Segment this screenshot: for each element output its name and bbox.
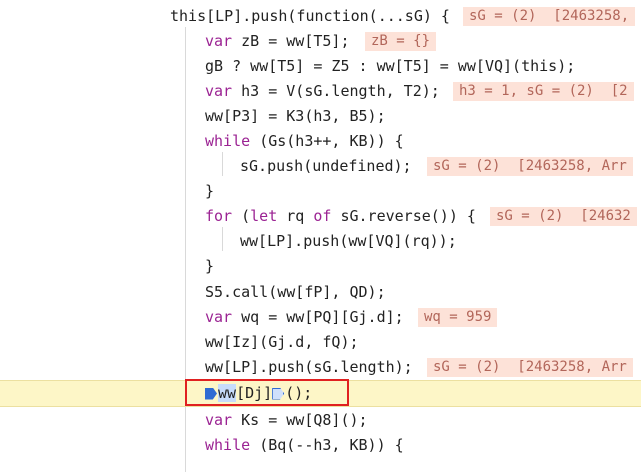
- code-line-18[interactable]: while (Bq(--h3, KB)) {: [0, 433, 641, 458]
- code-line-7[interactable]: sG.push(undefined); sG = (2) [2463258, A…: [0, 154, 641, 179]
- code-text: var zB = ww[T5];: [205, 29, 350, 54]
- code-rest: h3 = V(sG.length, T2);: [241, 82, 440, 100]
- code-line-4[interactable]: var h3 = V(sG.length, T2); h3 = 1, sG = …: [0, 79, 641, 104]
- code-line-17[interactable]: var Ks = ww[Q8]();: [0, 408, 641, 433]
- inline-value-badge: zB = {}: [365, 32, 437, 51]
- code-line-8[interactable]: }: [0, 179, 641, 204]
- code-rest-1: (: [241, 207, 251, 225]
- code-rest: zB = ww[T5];: [241, 32, 350, 50]
- code-line-13[interactable]: var wq = ww[PQ][Gj.d]; wq = 959: [0, 305, 641, 330]
- inline-value-badge: wq = 959: [418, 308, 498, 327]
- code-text: S5.call(ww[fP], QD);: [205, 283, 386, 301]
- keyword-var: var: [205, 82, 233, 100]
- code-line-5[interactable]: ww[P3] = K3(h3, B5);: [0, 104, 641, 129]
- code-text: while (Gs(h3++, KB)) {: [205, 129, 404, 154]
- code-line-9[interactable]: for (let rq of sG.reverse()) { sG = (2) …: [0, 204, 641, 229]
- keyword-of: of: [313, 207, 332, 225]
- code-text: }: [205, 257, 215, 275]
- code-rest: Ks = ww[Q8]();: [241, 411, 368, 429]
- code-text: gB ? ww[T5] = Z5 : ww[T5] = ww[VQ](this)…: [205, 57, 576, 75]
- code-rest: (Bq(--h3, KB)) {: [259, 436, 404, 454]
- code-line-1[interactable]: this[LP].push(function(...sG) { sG = (2)…: [0, 4, 641, 29]
- code-line-2[interactable]: var zB = ww[T5]; zB = {}: [0, 29, 641, 54]
- code-line-6[interactable]: while (Gs(h3++, KB)) {: [0, 129, 641, 154]
- keyword-while: while: [205, 436, 251, 454]
- code-line-10[interactable]: ww[LP].push(ww[VQ](rq));: [0, 229, 641, 254]
- code-line-12[interactable]: S5.call(ww[fP], QD);: [0, 280, 641, 305]
- code-text: this[LP].push(function(...sG) {: [170, 7, 450, 25]
- inline-value-badge: sG = (2) [2463258, Arr: [427, 358, 633, 377]
- inline-value-badge: h3 = 1, sG = (2) [2: [453, 82, 634, 101]
- keyword-var: var: [205, 308, 233, 326]
- code-line-3[interactable]: gB ? ww[T5] = Z5 : ww[T5] = ww[VQ](this)…: [0, 54, 641, 79]
- code-line-11[interactable]: }: [0, 254, 641, 279]
- code-text: var wq = ww[PQ][Gj.d];: [205, 305, 404, 330]
- code-text: for (let rq of sG.reverse()) {: [205, 204, 476, 229]
- code-text: }: [205, 182, 215, 200]
- execution-line-bottom-border: [0, 406, 641, 407]
- code-text: ww[LP].push(ww[VQ](rq));: [240, 232, 457, 250]
- code-rest: wq = ww[PQ][Gj.d];: [241, 308, 404, 326]
- code-text: var h3 = V(sG.length, T2);: [205, 79, 440, 104]
- code-rest: (Gs(h3++, KB)) {: [259, 132, 404, 150]
- code-line-14[interactable]: ww[Iz](Gj.d, fQ);: [0, 330, 641, 355]
- keyword-var: var: [205, 411, 233, 429]
- code-text: while (Bq(--h3, KB)) {: [205, 433, 404, 458]
- keyword-while: while: [205, 132, 251, 150]
- code-text: ww[P3] = K3(h3, B5);: [205, 107, 386, 125]
- code-text: var Ks = ww[Q8]();: [205, 408, 368, 433]
- code-rest-2: rq: [277, 207, 314, 225]
- code-rest-3: sG.reverse()) {: [331, 207, 476, 225]
- red-annotation-box: [185, 379, 349, 406]
- inline-value-badge: sG = (2) [24632: [490, 207, 637, 226]
- code-text: ww[LP].push(sG.length);: [205, 358, 413, 376]
- keyword-for: for: [205, 207, 233, 225]
- code-line-15[interactable]: ww[LP].push(sG.length); sG = (2) [246325…: [0, 355, 641, 380]
- keyword-let: let: [250, 207, 278, 225]
- code-text: sG.push(undefined);: [240, 157, 412, 175]
- keyword-var: var: [205, 32, 233, 50]
- inline-value-badge: sG = (2) [2463258, Arr: [427, 157, 633, 176]
- inline-value-badge: sG = (2) [2463258,: [463, 7, 636, 26]
- code-text: ww[Iz](Gj.d, fQ);: [205, 333, 359, 351]
